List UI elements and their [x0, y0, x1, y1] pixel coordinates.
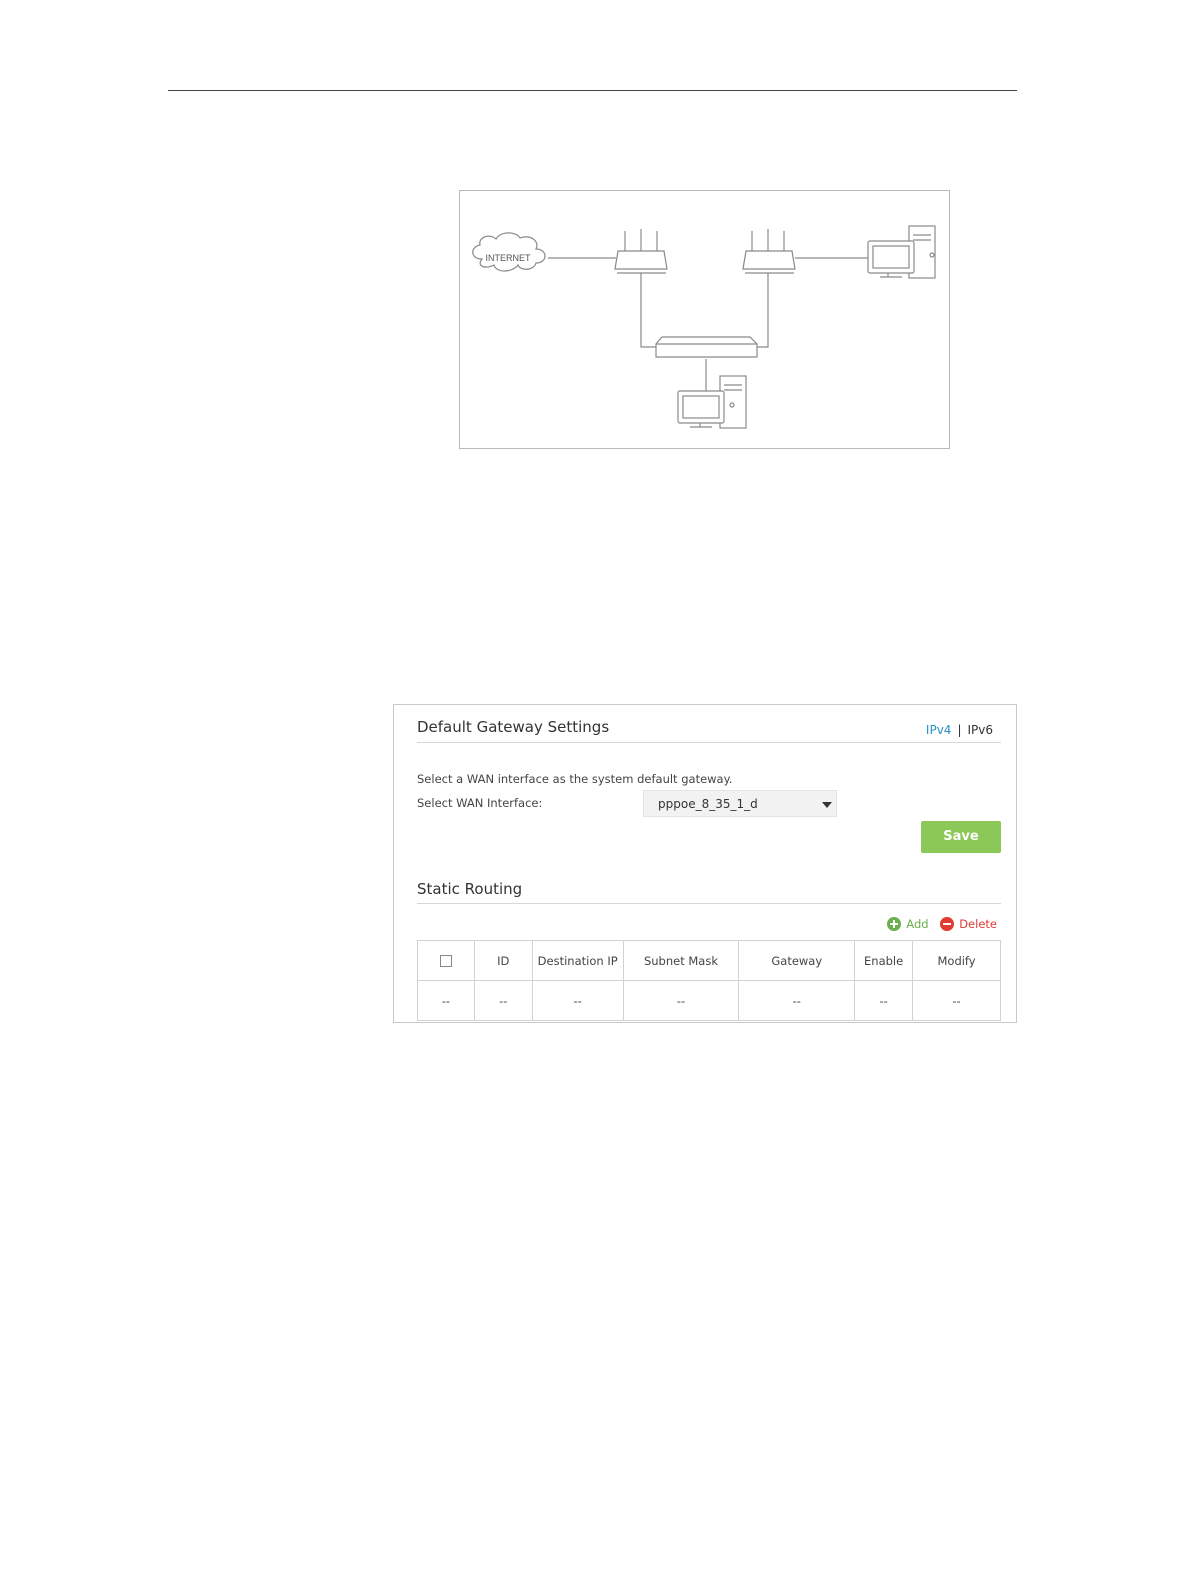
internet-cloud-icon: [472, 232, 546, 272]
column-header: ID: [473, 940, 533, 981]
table-cell: --: [854, 980, 914, 1021]
select-all-cell: [417, 940, 475, 981]
minus-circle-icon: [940, 917, 955, 931]
column-header: Gateway: [738, 940, 856, 981]
chevron-down-icon: [822, 802, 832, 808]
column-header: Modify: [912, 940, 1001, 981]
tab-separator: |: [957, 723, 962, 737]
section-divider: [417, 742, 1001, 743]
table-cell: --: [912, 980, 1001, 1021]
column-header: Enable: [854, 940, 914, 981]
topology-svg: INTERNET: [472, 225, 936, 429]
wan-interface-label: Select WAN Interface:: [417, 796, 543, 810]
column-header: Destination IP: [531, 940, 624, 981]
tab-ipv6[interactable]: IPv6: [967, 723, 993, 737]
column-header: Subnet Mask: [622, 940, 740, 981]
default-gateway-title: Default Gateway Settings: [417, 718, 610, 736]
static-routing-title: Static Routing: [417, 880, 523, 898]
table-cell: --: [473, 980, 533, 1021]
section-divider: [417, 903, 1001, 904]
router-icon: [614, 229, 668, 274]
table-cell: --: [417, 980, 475, 1021]
save-button[interactable]: Save: [921, 821, 1001, 853]
add-label: Add: [906, 917, 929, 931]
network-switch-icon: [655, 336, 758, 358]
gateway-settings-panel: Default Gateway Settings IPv4 | IPv6 Selec…: [393, 704, 1017, 1023]
desktop-computer-icon: [867, 225, 936, 279]
table-cell: --: [622, 980, 740, 1021]
delete-route-button[interactable]: Delete: [940, 917, 997, 931]
table-cell: --: [531, 980, 624, 1021]
network-topology-diagram: INTERNET: [459, 190, 950, 449]
routing-actions: Add Delete: [879, 917, 997, 933]
cloud-label: INTERNET: [486, 253, 532, 263]
add-route-button[interactable]: Add: [887, 917, 929, 931]
static-routing-table: ID Destination IP Subnet Mask Gateway En…: [417, 940, 1001, 1021]
table-cell: --: [738, 980, 856, 1021]
delete-label: Delete: [959, 917, 997, 931]
wan-interface-value: pppoe_8_35_1_d: [658, 797, 758, 811]
link-router2-switch: [757, 273, 769, 348]
table-header-row: ID Destination IP Subnet Mask Gateway En…: [417, 940, 1001, 981]
link-router1-switch: [640, 273, 656, 348]
select-all-checkbox[interactable]: [439, 955, 452, 967]
ip-version-switch: IPv4 | IPv6: [926, 723, 993, 737]
page-top-rule: [168, 90, 1017, 91]
add-circle-icon: [887, 917, 902, 931]
table-row: -- -- -- -- -- -- --: [417, 980, 1001, 1021]
wan-interface-select[interactable]: pppoe_8_35_1_d: [643, 790, 837, 817]
tab-ipv4[interactable]: IPv4: [926, 723, 952, 737]
router-icon: [742, 229, 796, 274]
desktop-computer-icon: [677, 375, 747, 429]
gateway-description: Select a WAN interface as the system def…: [417, 772, 733, 786]
